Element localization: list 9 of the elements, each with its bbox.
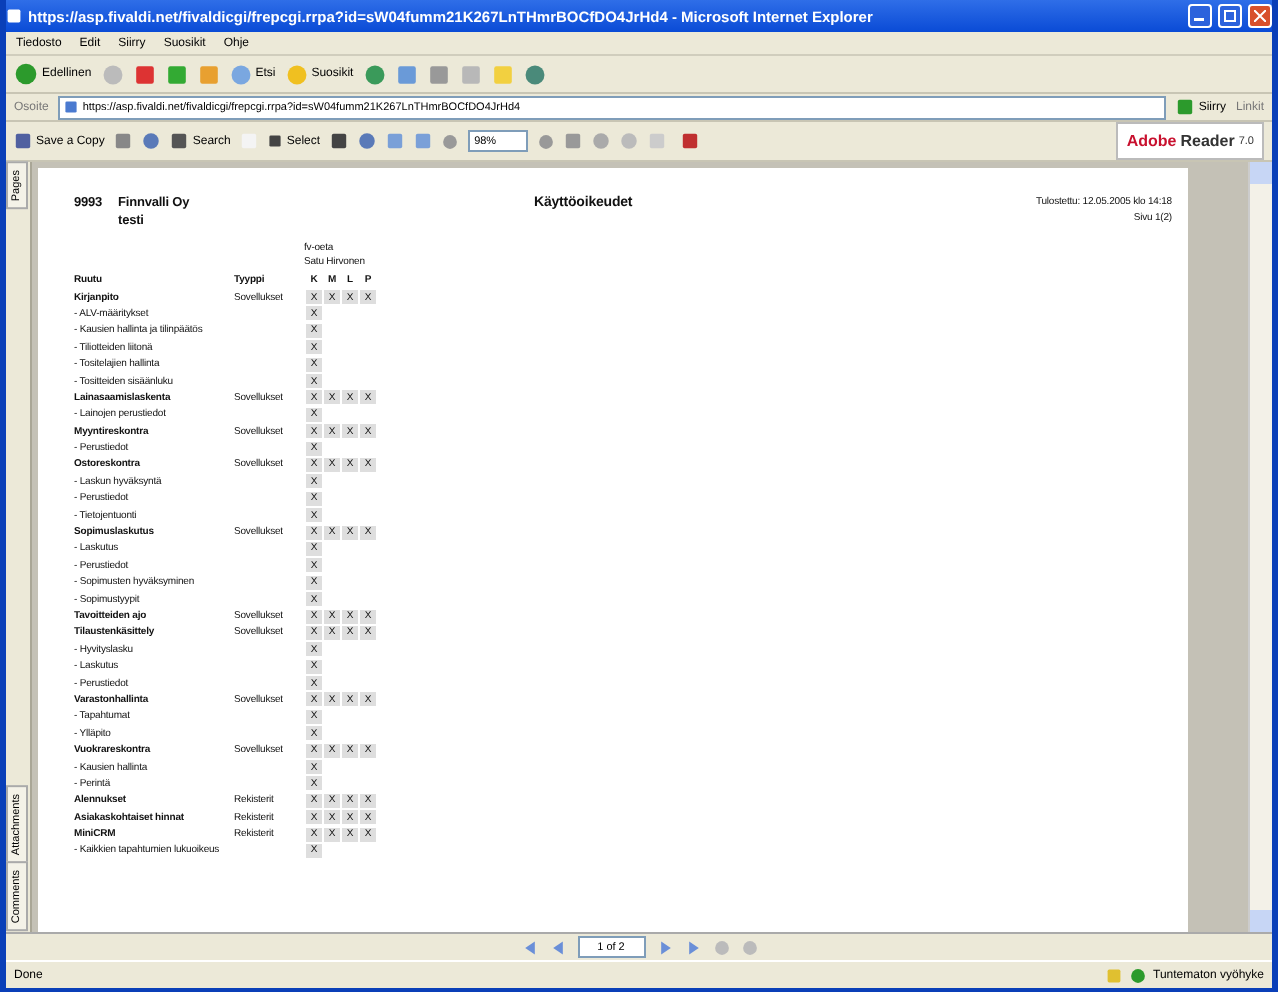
previous-page-icon[interactable]	[549, 939, 565, 955]
maximize-button[interactable]	[1218, 4, 1242, 28]
minimize-button[interactable]	[1188, 4, 1212, 28]
close-button[interactable]	[1248, 4, 1272, 28]
first-page-icon[interactable]	[521, 939, 537, 955]
next-page-icon[interactable]	[657, 939, 673, 955]
close-icon	[1254, 10, 1266, 22]
maximize-icon	[1224, 10, 1236, 22]
last-page-icon[interactable]	[685, 939, 701, 955]
